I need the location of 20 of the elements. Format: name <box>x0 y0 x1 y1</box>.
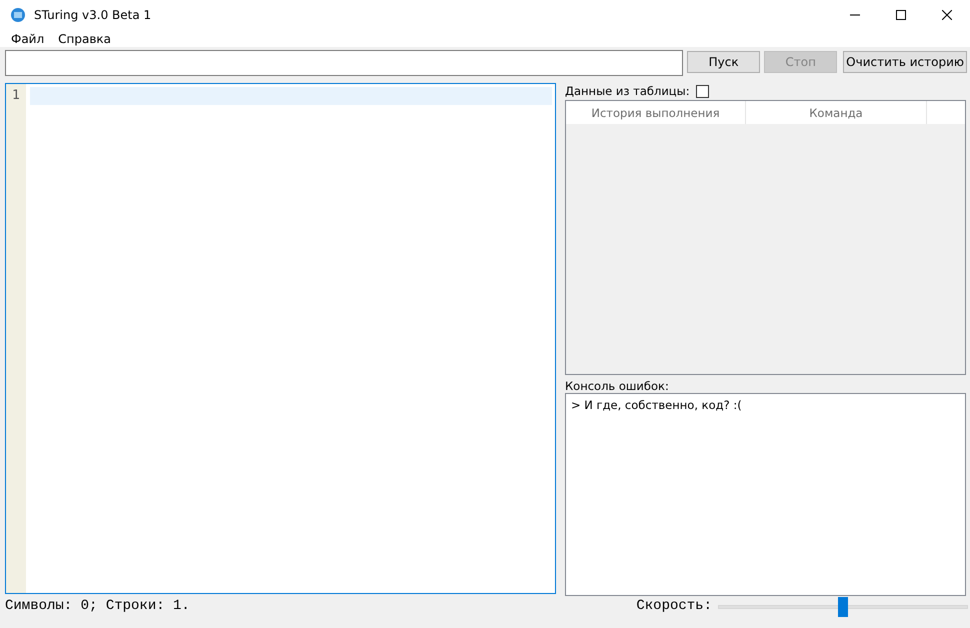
toolbar-button[interactable]: Очистить историю <box>843 51 967 73</box>
console-label: Консоль ошибок: <box>565 379 670 393</box>
menu-item[interactable]: Файл <box>4 32 52 46</box>
maximize-icon[interactable] <box>896 10 906 20</box>
toolbar-button[interactable]: Пуск <box>687 51 760 73</box>
status-text: Символы: 0; Строки: 1. <box>5 598 191 614</box>
speed-slider[interactable] <box>718 595 968 617</box>
window-title: STuring v3.0 Beta 1 <box>34 8 152 22</box>
menu-item[interactable]: Справка <box>51 32 118 46</box>
close-icon[interactable] <box>942 10 952 20</box>
command-field[interactable] <box>5 50 684 76</box>
app-icon <box>10 7 26 23</box>
speed-label: Скорость: <box>636 598 712 614</box>
table-data-checkbox[interactable] <box>696 84 709 98</box>
table-data-label: Данные из таблицы: <box>565 84 690 98</box>
console-message: > И где, собственно, код? :( <box>571 398 743 412</box>
column-header[interactable]: История выполнения <box>566 101 746 124</box>
line-number: 1 <box>11 87 21 104</box>
column-header[interactable]: Команда <box>746 101 927 124</box>
slider-thumb[interactable] <box>838 597 848 617</box>
